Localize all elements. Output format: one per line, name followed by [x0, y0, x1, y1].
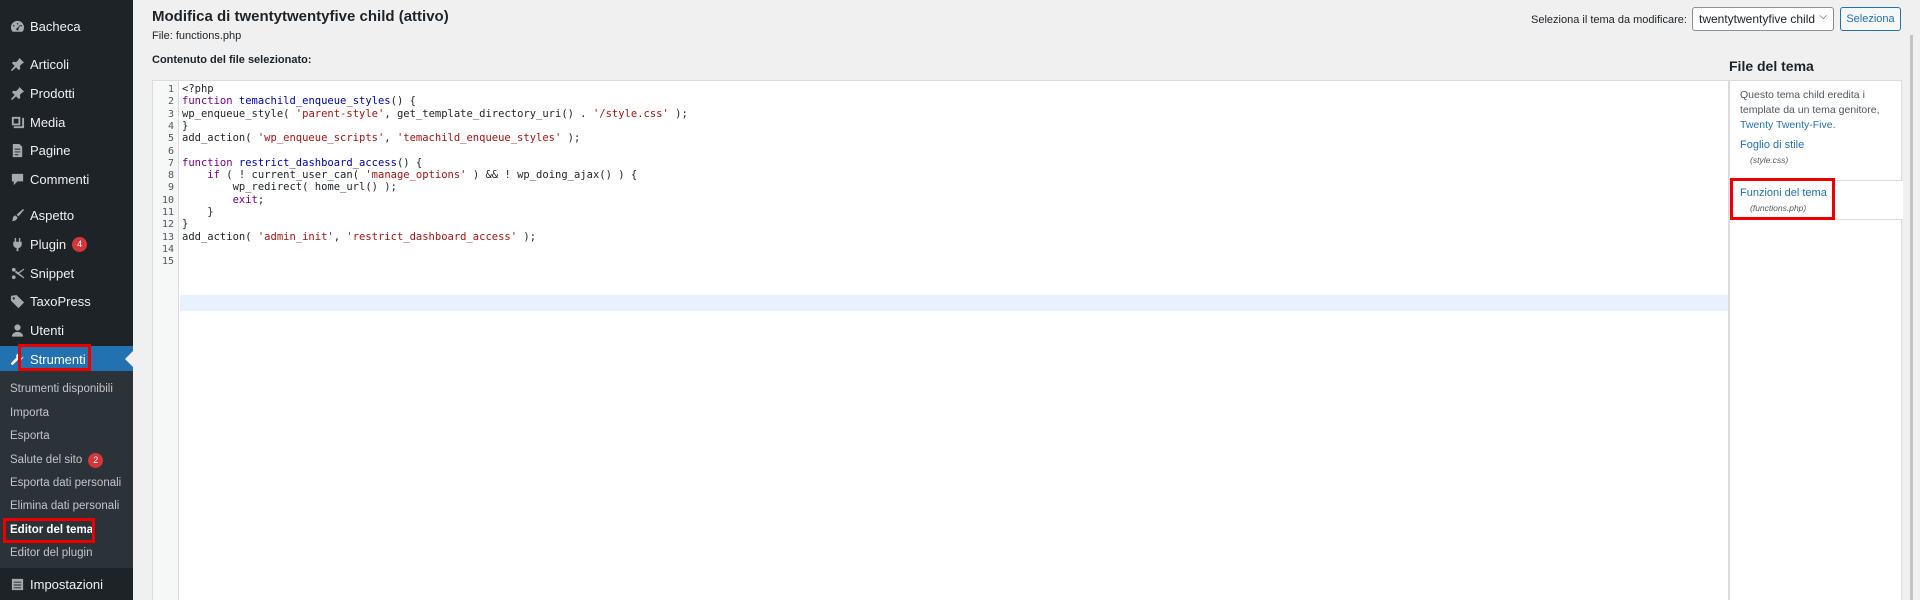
code-line[interactable]: add_action( 'wp_enqueue_scripts', 'temac…: [182, 132, 580, 144]
content-label: Contenuto del file selezionato:: [152, 54, 312, 66]
code-line[interactable]: wp_enqueue_style( 'parent-style', get_te…: [182, 108, 688, 120]
code-line[interactable]: }: [182, 206, 213, 218]
theme-select-value: twentytwentyfive child: [1699, 12, 1816, 26]
sidebar-item-label: Plugin: [30, 236, 67, 252]
sidebar-item-label: Snippet: [30, 265, 75, 281]
update-count-badge: 4: [72, 236, 88, 252]
submenu-item[interactable]: Salute del sito 2: [10, 453, 104, 468]
code-line[interactable]: }: [182, 120, 188, 132]
highlight-strumenti: [18, 344, 91, 371]
line-number: 11: [161, 207, 174, 218]
code-line[interactable]: exit;: [182, 194, 265, 206]
active-menu-arrow: [125, 351, 133, 367]
site-health-badge: 2: [88, 453, 104, 468]
line-number: 6: [167, 145, 174, 157]
code-editor[interactable]: 1 2 3 4 5 6 7 8 9 10 11 12 13 14 15 <?php function tema…: [152, 80, 1729, 600]
parent-theme-link[interactable]: Twenty Twenty-Five: [1740, 119, 1833, 131]
tag-icon: [9, 293, 25, 309]
code-line[interactable]: wp_redirect( home_url() );: [182, 181, 397, 193]
line-number: 13: [161, 231, 174, 243]
current-file-label: File: functions.php: [152, 30, 242, 42]
select-theme-button[interactable]: Seleziona: [1840, 7, 1901, 31]
line-number: 4: [167, 120, 174, 132]
sidebar-item-aspetto[interactable]: Aspetto: [0, 201, 133, 229]
theme-select[interactable]: twentytwentyfive child ⌵: [1692, 7, 1834, 31]
sidebar-item-prodotti[interactable]: Prodotti: [0, 79, 133, 107]
highlight-funzioni-del-tema: [1730, 178, 1835, 220]
scissors-icon: [9, 265, 25, 281]
code-line[interactable]: if ( ! current_user_can( 'manage_options…: [182, 169, 637, 181]
active-line-highlight: [180, 295, 1728, 311]
line-number: 5: [167, 133, 174, 145]
submenu-item[interactable]: Editor del plugin: [10, 547, 92, 559]
dashboard-icon: [9, 18, 25, 34]
line-number: 2: [167, 96, 174, 108]
plugin-icon: [9, 236, 25, 252]
theme-files-title: File del tema: [1729, 58, 1814, 74]
file-link-style-css[interactable]: Foglio di stile: [1740, 139, 1804, 151]
sidebar-item-label: Commenti: [30, 171, 90, 187]
sidebar-item-impostazioni[interactable]: Impostazioni: [0, 570, 133, 598]
brush-icon: [9, 207, 25, 223]
line-number: 3: [167, 108, 174, 120]
submenu-item[interactable]: Strumenti disponibili: [10, 383, 113, 395]
chevron-down-icon: ⌵: [1819, 11, 1827, 22]
sidebar-item-commenti[interactable]: Commenti: [0, 165, 133, 193]
theme-select-label: Seleziona il tema da modificare:: [1531, 14, 1687, 26]
sidebar-item-label: Utenti: [30, 322, 64, 338]
sidebar-item-articoli[interactable]: Articoli: [0, 50, 133, 78]
submenu-item[interactable]: Elimina dati personali: [10, 500, 119, 512]
admin-sidebar: Bacheca Articoli Prodotti Media Pagine Commen…: [0, 0, 133, 600]
code-line[interactable]: <?php: [182, 83, 214, 95]
file-sub-style-css: (style.css): [1750, 155, 1789, 165]
sidebar-item-label: Bacheca: [30, 18, 81, 34]
line-number: 7: [167, 157, 174, 169]
sidebar-item-label: Media: [30, 114, 66, 130]
line-number: 9: [167, 182, 174, 194]
page-scrollbar[interactable]: [1910, 35, 1913, 600]
submenu-item[interactable]: Esporta dati personali: [10, 477, 121, 489]
line-number: 15: [161, 256, 174, 268]
sidebar-item-label: Prodotti: [30, 85, 75, 101]
sidebar-item-snippet[interactable]: Snippet: [0, 259, 133, 287]
code-line[interactable]: add_action( 'admin_init', 'restrict_dash…: [182, 231, 536, 243]
line-number: 8: [167, 170, 174, 182]
code-line[interactable]: function restrict_dashboard_access() {: [182, 157, 422, 169]
sidebar-item-pagine[interactable]: Pagine: [0, 136, 133, 164]
comment-icon: [9, 171, 25, 187]
sidebar-item-plugin[interactable]: Plugin 4: [0, 230, 133, 258]
submenu-item[interactable]: Esporta: [10, 430, 50, 442]
line-number-gutter: 1 2 3 4 5 6 7 8 9 10 11 12 13 14 15: [153, 81, 179, 600]
sidebar-item-label: TaxoPress: [30, 293, 91, 309]
sidebar-item-label: Articoli: [30, 56, 70, 72]
code-line[interactable]: }: [182, 218, 188, 230]
highlight-editor-del-tema: [3, 518, 95, 543]
sidebar-item-media[interactable]: Media: [0, 108, 133, 136]
child-theme-notice: Questo tema child eredita i template da …: [1740, 89, 1880, 131]
line-number: 12: [161, 219, 174, 231]
page-icon: [9, 142, 25, 158]
line-number: 1: [167, 84, 174, 95]
user-icon: [9, 322, 25, 338]
code-line[interactable]: function temachild_enqueue_styles() {: [182, 95, 416, 107]
media-icon: [9, 114, 25, 130]
sidebar-item-label: Aspetto: [30, 207, 75, 223]
submenu-item[interactable]: Importa: [10, 407, 49, 419]
settings-icon: [9, 576, 25, 592]
pin-icon: [9, 56, 25, 72]
theme-files-panel: Questo tema child eredita i template da …: [1729, 80, 1903, 600]
sidebar-item-label: Pagine: [30, 142, 71, 158]
sidebar-item-utenti[interactable]: Utenti: [0, 316, 133, 344]
page-title: Modifica di twentytwentyfive child (atti…: [152, 8, 449, 25]
line-number: 10: [161, 194, 174, 206]
wp-admin-screen: Bacheca Articoli Prodotti Media Pagine Commen…: [0, 0, 1920, 600]
sidebar-item-label: Impostazioni: [30, 576, 103, 592]
line-number: 14: [161, 243, 174, 255]
sidebar-item-bacheca[interactable]: Bacheca: [0, 12, 133, 40]
pin-icon: [9, 85, 25, 101]
sidebar-item-taxopress[interactable]: TaxoPress: [0, 287, 133, 315]
